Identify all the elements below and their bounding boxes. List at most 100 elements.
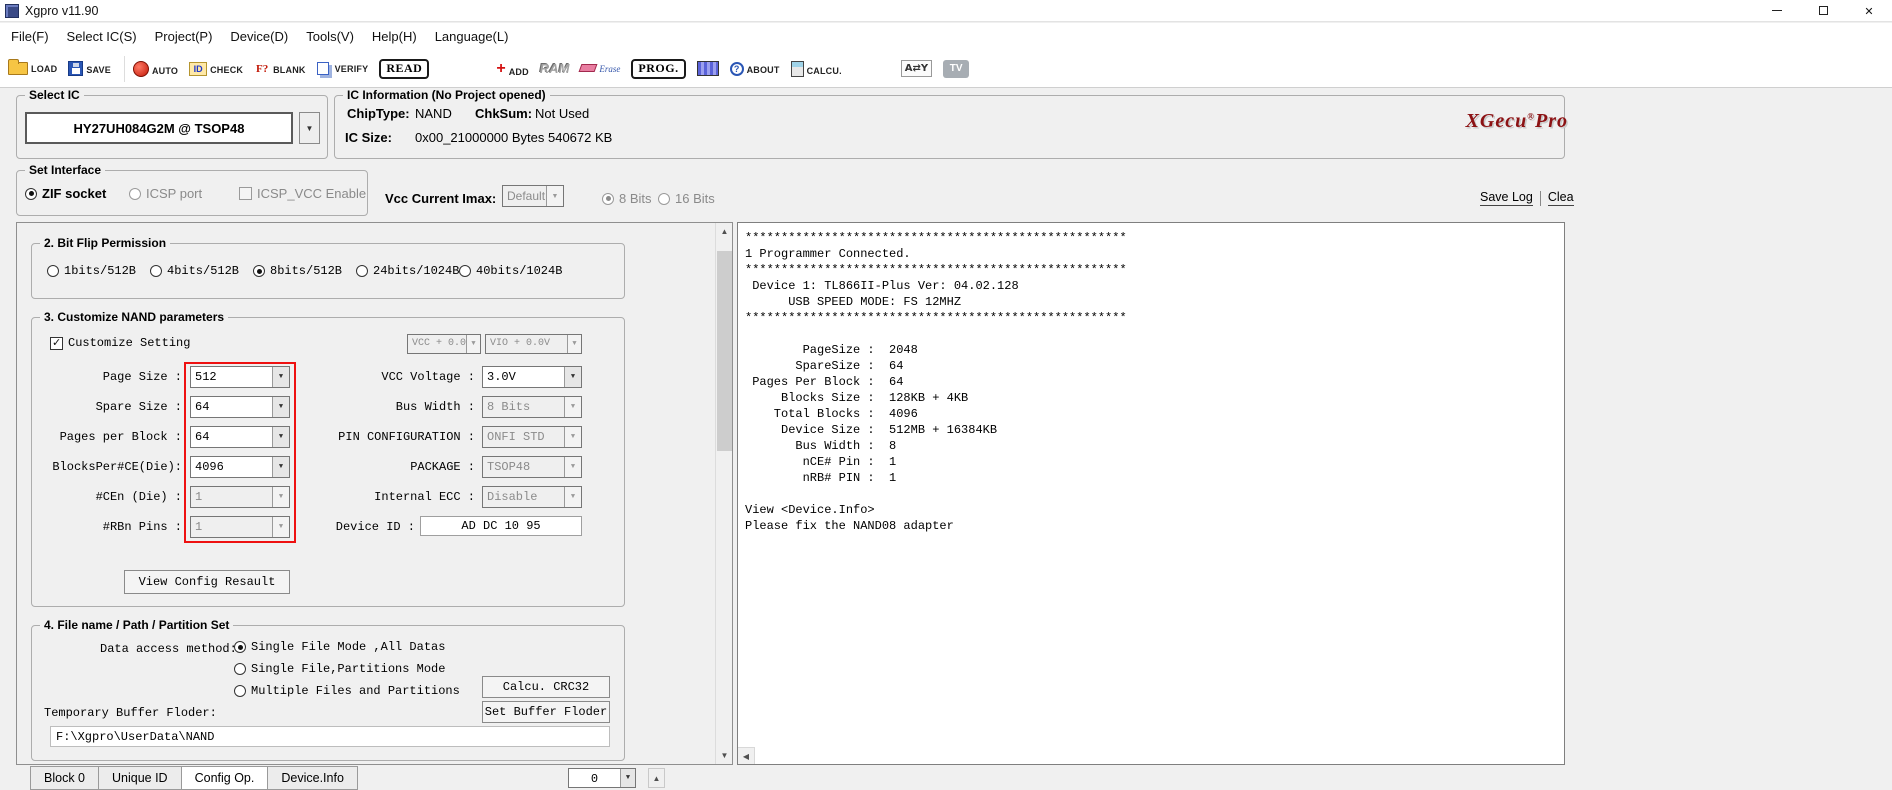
vio-offset-combo[interactable]: VIO + 0.0V bbox=[485, 334, 582, 354]
tab-config-op[interactable]: Config Op. bbox=[181, 766, 269, 790]
maximize-button[interactable] bbox=[1800, 0, 1846, 21]
selected-ic-display[interactable]: HY27UH084G2M @ TSOP48 bbox=[25, 112, 293, 144]
add-button[interactable]: ADD bbox=[496, 60, 529, 78]
about-label: ABOUT bbox=[746, 64, 780, 75]
menu-file[interactable]: File(F) bbox=[2, 25, 58, 48]
pages-per-block-value: 64 bbox=[195, 430, 210, 444]
scroll-up-button[interactable]: ▲ bbox=[716, 223, 732, 240]
floppy-icon bbox=[68, 61, 84, 76]
block-number-combo[interactable]: 0 bbox=[568, 768, 636, 788]
calcu-button[interactable]: CALCU. bbox=[790, 60, 842, 77]
bits8-label: 8 Bits bbox=[619, 191, 652, 206]
blank-button[interactable]: BLANK bbox=[254, 62, 306, 76]
single-file-mode-radio[interactable]: Single File Mode ,All Datas bbox=[234, 640, 445, 654]
hscroll-left-button[interactable]: ◀ bbox=[738, 747, 755, 764]
menu-language[interactable]: Language(L) bbox=[426, 25, 518, 48]
tab-block0[interactable]: Block 0 bbox=[30, 766, 99, 790]
block-scroll-up-button[interactable]: ▲ bbox=[648, 768, 665, 788]
save-log-button[interactable]: Save Log bbox=[1480, 190, 1533, 206]
read-box-icon: READ bbox=[379, 58, 430, 79]
menu-project[interactable]: Project(P) bbox=[146, 25, 222, 48]
bits8-radio[interactable]: 8 Bits bbox=[602, 191, 652, 206]
page-size-label: Page Size : bbox=[102, 370, 182, 384]
icsp-port-radio[interactable]: ICSP port bbox=[129, 186, 202, 201]
blocks-per-ce-label: BlocksPer#CE(Die): bbox=[52, 460, 182, 474]
radio-icon bbox=[356, 265, 368, 277]
bus-width-label: Bus Width : bbox=[395, 400, 475, 414]
config-panel: 2. Bit Flip Permission 1bits/512B 4bits/… bbox=[16, 222, 733, 765]
bitflip-24bits-radio[interactable]: 24bits/1024B bbox=[356, 264, 459, 278]
chip-button[interactable] bbox=[696, 61, 719, 76]
device-id-field[interactable]: AD DC 10 95 bbox=[420, 516, 582, 536]
bitflip-1bits-radio[interactable]: 1bits/512B bbox=[47, 264, 136, 278]
vcc-offset-combo[interactable]: VCC + 0.0V bbox=[407, 334, 481, 354]
radio-icon bbox=[253, 265, 265, 277]
bits16-radio[interactable]: 16 Bits bbox=[658, 191, 715, 206]
check-button[interactable]: CHECK bbox=[189, 61, 243, 76]
vcc-voltage-combo[interactable]: 3.0V bbox=[482, 366, 582, 388]
bitflip-1bits-label: 1bits/512B bbox=[64, 264, 137, 278]
scroll-down-button[interactable]: ▼ bbox=[716, 747, 732, 764]
internal-ecc-value: Disable bbox=[487, 490, 538, 504]
bitflip-40bits-radio[interactable]: 40bits/1024B bbox=[459, 264, 562, 278]
vcc-imax-combo[interactable]: Default bbox=[502, 185, 564, 207]
save-button[interactable]: SAVE bbox=[68, 61, 111, 76]
ram-button[interactable]: RAM bbox=[540, 61, 570, 76]
vertical-scrollbar[interactable]: ▲ ▼ bbox=[715, 223, 732, 764]
toolbar-separator bbox=[123, 55, 125, 82]
set-buffer-folder-button[interactable]: Set Buffer Floder bbox=[482, 701, 610, 723]
tab-device-info[interactable]: Device.Info bbox=[268, 766, 358, 790]
pin-configuration-combo[interactable]: ONFI STD bbox=[482, 426, 582, 448]
clear-log-button[interactable]: Clea bbox=[1547, 190, 1574, 206]
zif-socket-radio[interactable]: ZIF socket bbox=[25, 186, 106, 201]
customize-setting-checkbox[interactable]: Customize Setting bbox=[50, 336, 190, 350]
folder-icon bbox=[8, 59, 28, 75]
temp-buffer-label: Temporary Buffer Floder: bbox=[44, 706, 217, 720]
logo-registered-mark: ® bbox=[1527, 111, 1535, 122]
minimize-button[interactable] bbox=[1754, 0, 1800, 21]
eraser-icon bbox=[578, 63, 598, 72]
erase-button[interactable]: Erase bbox=[578, 63, 620, 74]
calc-crc32-button[interactable]: Calcu. CRC32 bbox=[482, 676, 610, 698]
checkbox-icon bbox=[239, 187, 252, 200]
logic-test-button[interactable]: TV bbox=[943, 59, 970, 78]
bitflip-8bits-radio[interactable]: 8bits/512B bbox=[253, 264, 342, 278]
device-id-label: Device ID : bbox=[335, 520, 415, 534]
bus-width-combo[interactable]: 8 Bits bbox=[482, 396, 582, 418]
scrollbar-thumb[interactable] bbox=[717, 251, 732, 451]
close-button[interactable] bbox=[1846, 0, 1892, 21]
menu-help[interactable]: Help(H) bbox=[363, 25, 426, 48]
tab-unique-id[interactable]: Unique ID bbox=[99, 766, 182, 790]
bitflip-40bits-label: 40bits/1024B bbox=[476, 264, 563, 278]
dropdown-arrow-icon bbox=[564, 427, 581, 447]
menu-device[interactable]: Device(D) bbox=[221, 25, 297, 48]
log-output: ****************************************… bbox=[745, 231, 1127, 533]
icsp-vcc-checkbox[interactable]: ICSP_VCC Enable bbox=[239, 186, 366, 201]
menu-tools[interactable]: Tools(V) bbox=[297, 25, 363, 48]
single-file-partitions-radio[interactable]: Single File,Partitions Mode bbox=[234, 662, 445, 676]
package-combo[interactable]: TSOP48 bbox=[482, 456, 582, 478]
internal-ecc-combo[interactable]: Disable bbox=[482, 486, 582, 508]
pinmap-button[interactable]: A⇄Y bbox=[900, 60, 933, 77]
bits16-label: 16 Bits bbox=[675, 191, 715, 206]
prog-button[interactable]: PROG. bbox=[631, 58, 686, 79]
view-config-result-button[interactable]: View Config Resault bbox=[124, 570, 290, 594]
bitflip-4bits-radio[interactable]: 4bits/512B bbox=[150, 264, 239, 278]
multiple-files-radio[interactable]: Multiple Files and Partitions bbox=[234, 684, 460, 698]
data-access-label: Data access method: bbox=[100, 642, 237, 656]
set-interface-group: Set Interface ZIF socket ICSP port ICSP_… bbox=[16, 163, 368, 216]
load-button[interactable]: LOAD bbox=[8, 59, 57, 75]
select-ic-dropdown-button[interactable]: ▼ bbox=[299, 112, 320, 144]
multiple-files-label: Multiple Files and Partitions bbox=[251, 684, 460, 698]
pages-per-block-label: Pages per Block : bbox=[59, 430, 182, 444]
calcu-label: CALCU. bbox=[806, 65, 842, 76]
auto-button[interactable]: AUTO bbox=[132, 60, 178, 77]
bitflip-8bits-label: 8bits/512B bbox=[270, 264, 343, 278]
verify-button[interactable]: VERIFY bbox=[316, 62, 369, 75]
radio-icon bbox=[459, 265, 471, 277]
chip-icon bbox=[696, 61, 719, 76]
about-button[interactable]: ABOUT bbox=[729, 61, 780, 76]
read-button[interactable]: READ bbox=[379, 58, 430, 79]
menu-select-ic[interactable]: Select IC(S) bbox=[58, 25, 146, 48]
temp-buffer-path-field[interactable]: F:\Xgpro\UserData\NAND bbox=[50, 726, 610, 747]
